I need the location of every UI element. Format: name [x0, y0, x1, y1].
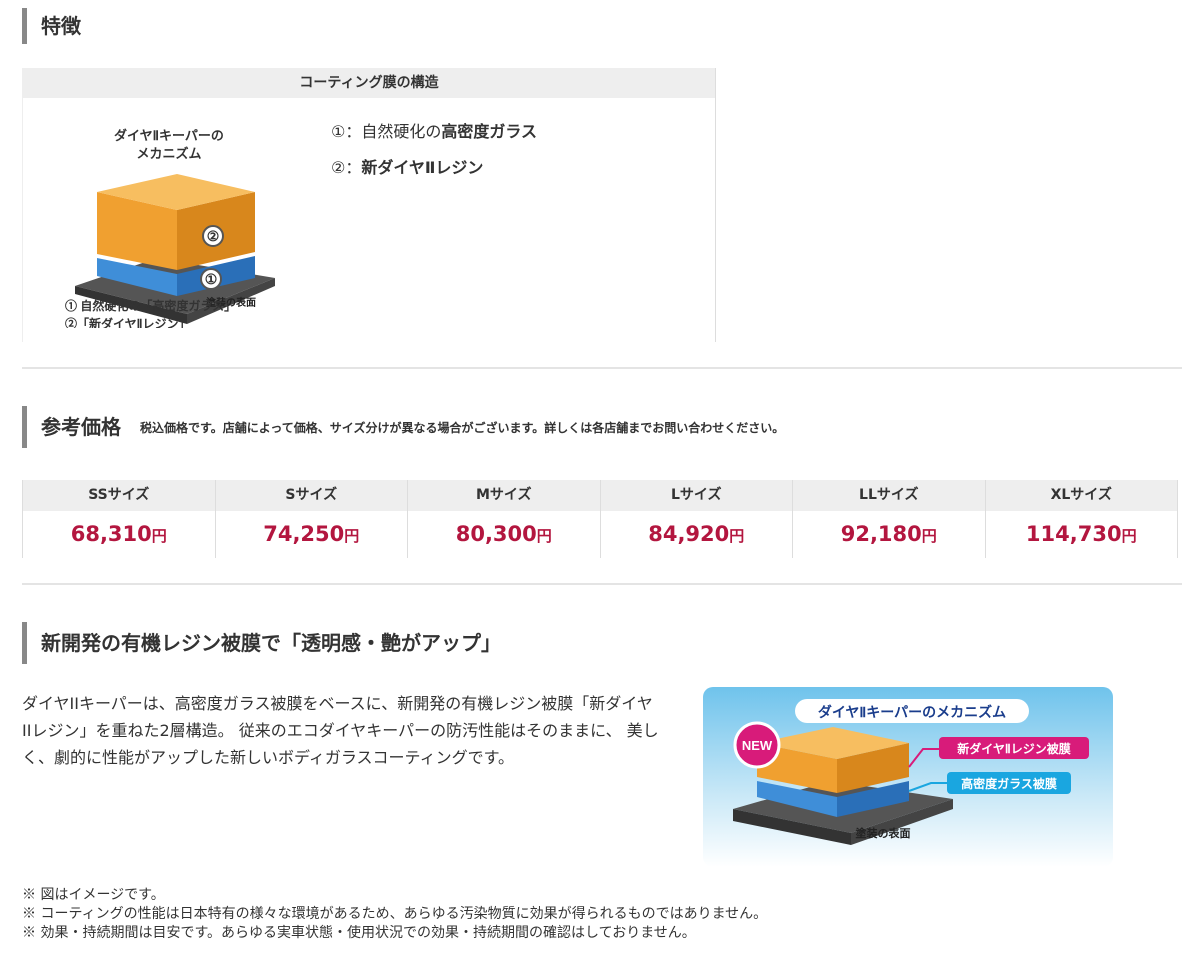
price-col-s: Sサイズ 74,250円: [215, 480, 408, 558]
diagram-caption-1: ① 自然硬化の「高密度ガラス」: [65, 298, 236, 313]
resin-description: ダイヤIIキーパーは、高密度ガラス被膜をベースに、新開発の有機レジン被膜「新ダイ…: [22, 694, 659, 767]
coating-item-2: ②：新ダイヤⅡレジン: [331, 158, 484, 177]
layer-label-1: ①: [205, 271, 218, 287]
coating-table-title: コーティング膜の構造: [23, 68, 715, 98]
diagram-title-line2: メカニズム: [136, 146, 201, 161]
mechanism-diagram-small: ダイヤⅡキーパーの メカニズム ② ① 塗装の表面 ① 自然硬化の「高密度ガラス…: [65, 128, 275, 328]
price-table: SSサイズ 68,310円 Sサイズ 74,250円 Mサイズ 80,300円 …: [22, 480, 1178, 558]
mechanism-diagram-large: ダイヤⅡキーパーのメカニズム NEW 新ダイヤⅡレジン被膜 高密度ガラス被膜 塗…: [703, 687, 1113, 867]
footnote: ※ コーティングの性能は日本特有の様々な環境があるため、あらゆる汚染物質に効果が…: [22, 906, 768, 922]
footnotes: ※ 図はイメージです。 ※ コーティングの性能は日本特有の様々な環境があるため、…: [22, 886, 767, 943]
price-col-xl: XLサイズ 114,730円: [985, 480, 1177, 558]
divider: [22, 583, 1182, 585]
footnote: ※ 図はイメージです。: [22, 887, 165, 903]
footnote: ※ 効果・持続期間は目安です。あらゆる実車状態・使用状況での効果・持続期間の確認…: [22, 925, 696, 941]
label-resin-layer: 新ダイヤⅡレジン被膜: [957, 741, 1071, 756]
large-diagram-title: ダイヤⅡキーパーのメカニズム: [818, 704, 1006, 720]
price-col-ss: SSサイズ 68,310円: [23, 480, 216, 558]
coating-item-1: ①：自然硬化の高密度ガラス: [331, 122, 538, 141]
price-col-ll: LLサイズ 92,180円: [793, 480, 986, 558]
layer-label-2: ②: [207, 228, 220, 244]
section-heading-resin: 新開発の有機レジン被膜で「透明感・艶がアップ」: [22, 622, 501, 664]
section-heading-features: 特徴: [22, 8, 81, 44]
label-glass-layer: 高密度ガラス被膜: [961, 776, 1057, 791]
coating-layer-list: ①：自然硬化の高密度ガラス ②：新ダイヤⅡレジン: [331, 118, 537, 190]
diagram-title-line1: ダイヤⅡキーパーの: [114, 128, 224, 143]
diagram-caption-2: ②「新ダイヤⅡレジン」: [65, 316, 191, 328]
divider: [22, 367, 1182, 369]
price-col-l: Lサイズ 84,920円: [600, 480, 793, 558]
new-badge: NEW: [742, 738, 773, 753]
section-heading-price: 参考価格 税込価格です。店舗によって価格、サイズ分けが異なる場合がございます。詳…: [22, 406, 784, 448]
price-note: 税込価格です。店舗によって価格、サイズ分けが異なる場合がございます。詳しくは各店…: [139, 421, 785, 435]
coating-structure-table: コーティング膜の構造 ダイヤⅡキーパーの メカニズム ② ① 塗装の表面 ① 自…: [22, 68, 716, 342]
large-base-label: 塗装の表面: [856, 826, 911, 840]
price-col-m: Mサイズ 80,300円: [408, 480, 601, 558]
